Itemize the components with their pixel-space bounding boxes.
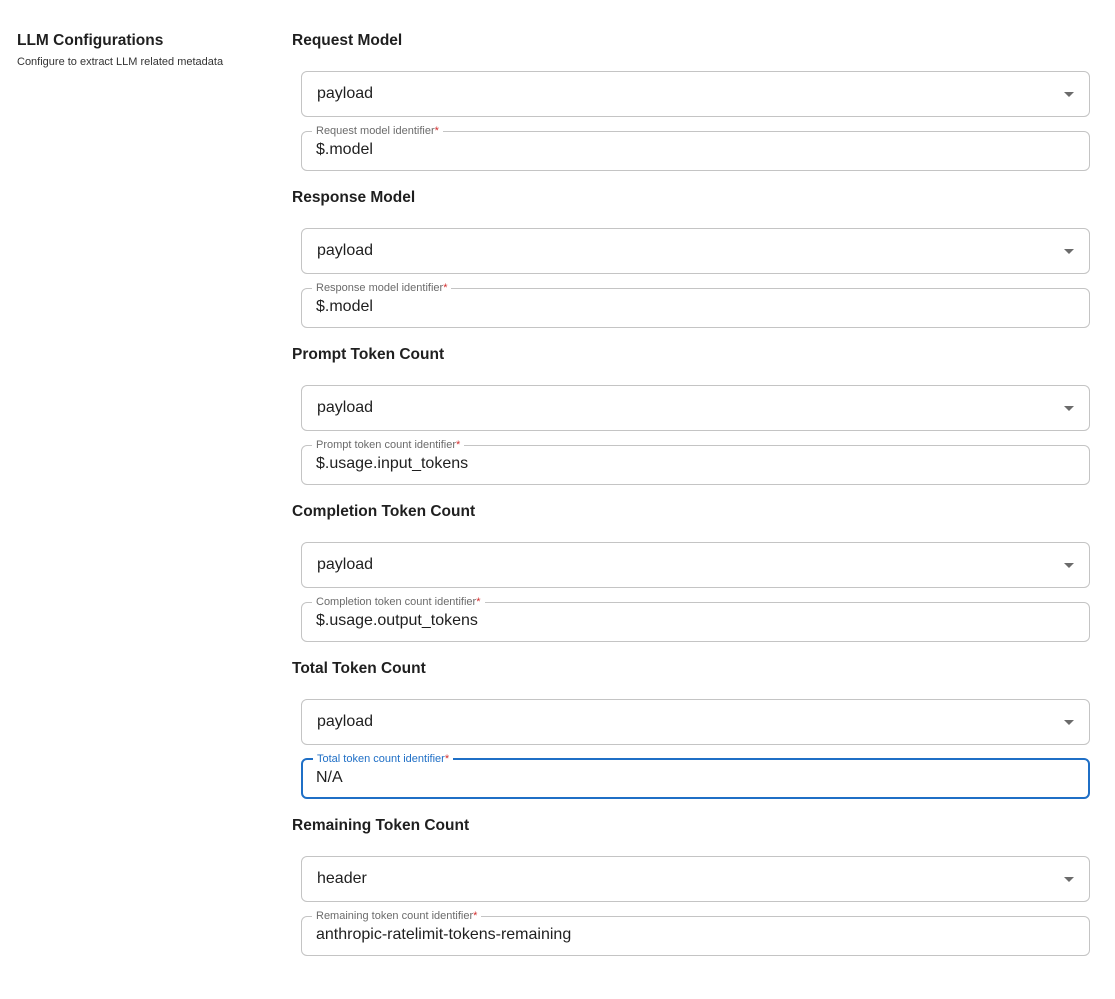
request-model-identifier-field: Request model identifier* [301, 125, 1090, 171]
section-response-model: Response Model payload Response model id… [292, 188, 1090, 345]
caret-down-icon [1064, 720, 1074, 725]
caret-down-icon [1064, 406, 1074, 411]
remaining-token-source-select[interactable]: header [301, 856, 1090, 902]
caret-down-icon [1064, 92, 1074, 97]
prompt-token-source-select[interactable]: payload [301, 385, 1090, 431]
required-marker: * [443, 282, 448, 294]
required-marker: * [473, 910, 478, 922]
caret-down-icon [1064, 249, 1074, 254]
llm-config-form: Request Model payload Request model iden… [292, 31, 1090, 973]
required-marker: * [476, 596, 481, 608]
section-total-token-count: Total Token Count payload Total token co… [292, 659, 1090, 816]
prompt-token-identifier-input[interactable] [302, 451, 1076, 477]
select-value: payload [317, 399, 374, 416]
caret-down-icon [1064, 563, 1074, 568]
required-marker: * [434, 125, 439, 137]
remaining-token-identifier-input[interactable] [302, 922, 1076, 948]
completion-token-source-select[interactable]: payload [301, 542, 1090, 588]
select-value: header [317, 870, 367, 887]
field-label: Total token count identifier* [317, 753, 450, 765]
section-prompt-token-count: Prompt Token Count payload Prompt token … [292, 345, 1090, 502]
section-title: Prompt Token Count [292, 346, 445, 363]
field-label: Prompt token count identifier* [316, 439, 461, 451]
select-value: payload [317, 713, 374, 730]
section-remaining-token-count: Remaining Token Count header Remaining t… [292, 816, 1090, 973]
required-marker: * [444, 753, 450, 765]
completion-token-identifier-input[interactable] [302, 608, 1076, 634]
select-value: payload [317, 85, 374, 102]
field-label: Remaining token count identifier* [316, 910, 478, 922]
request-model-source-select[interactable]: payload [301, 71, 1090, 117]
total-token-source-select[interactable]: payload [301, 699, 1090, 745]
field-label: Response model identifier* [316, 282, 448, 294]
completion-token-identifier-field: Completion token count identifier* [301, 596, 1090, 642]
response-model-source-select[interactable]: payload [301, 228, 1090, 274]
section-title: Completion Token Count [292, 503, 476, 520]
section-title: Remaining Token Count [292, 817, 470, 834]
field-label: Completion token count identifier* [316, 596, 481, 608]
request-model-identifier-input[interactable] [302, 137, 1076, 163]
config-description: LLM Configurations Configure to extract … [17, 31, 267, 69]
total-token-identifier-field: Total token count identifier* [301, 753, 1090, 799]
response-model-identifier-field: Response model identifier* [301, 282, 1090, 328]
field-label: Request model identifier* [316, 125, 439, 137]
prompt-token-identifier-field: Prompt token count identifier* [301, 439, 1090, 485]
remaining-token-identifier-field: Remaining token count identifier* [301, 910, 1090, 956]
section-title: Total Token Count [292, 660, 426, 677]
required-marker: * [456, 439, 461, 451]
select-value: payload [317, 242, 374, 259]
response-model-identifier-input[interactable] [302, 294, 1076, 320]
caret-down-icon [1064, 877, 1074, 882]
select-value: payload [317, 556, 374, 573]
page-subtitle: Configure to extract LLM related metadat… [17, 56, 224, 68]
page-title: LLM Configurations [17, 32, 164, 49]
section-request-model: Request Model payload Request model iden… [292, 31, 1090, 188]
total-token-identifier-input[interactable] [302, 765, 1076, 791]
section-title: Response Model [292, 189, 416, 206]
section-title: Request Model [292, 32, 403, 49]
section-completion-token-count: Completion Token Count payload Completio… [292, 502, 1090, 659]
